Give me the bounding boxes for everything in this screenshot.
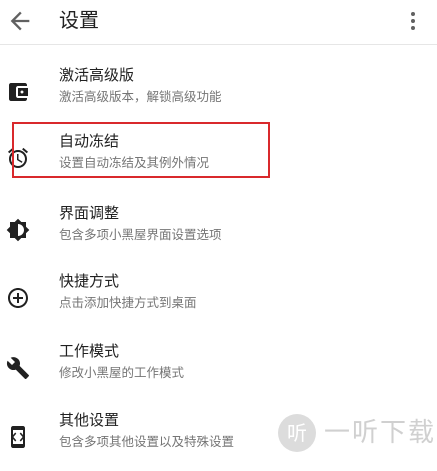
setting-subtitle: 包含多项其他设置以及特殊设置	[59, 434, 235, 449]
setting-subtitle: 包含多项小黑屋界面设置选项	[59, 227, 222, 242]
setting-title: 激活高级版	[59, 66, 135, 84]
setting-auto-freeze[interactable]: 自动冻结 设置自动冻结及其例外情况	[0, 124, 437, 192]
watermark-logo: 听	[278, 414, 316, 452]
watermark-logo-char: 听	[287, 421, 307, 445]
setting-title: 自动冻结	[59, 132, 120, 150]
setting-subtitle: 点击添加快捷方式到桌面	[59, 295, 197, 310]
setting-shortcut[interactable]: 快捷方式 点击添加快捷方式到桌面	[0, 264, 437, 332]
arrow-back-icon[interactable]	[6, 7, 34, 35]
setting-subtitle: 设置自动冻结及其例外情况	[59, 155, 210, 170]
watermark-text: 一听下载	[324, 418, 437, 448]
settings-ethernet-icon	[11, 426, 25, 448]
brightness-icon	[6, 218, 30, 242]
setting-activate-premium[interactable]: 激活高级版 激活高级版本，解锁高级功能	[0, 58, 437, 126]
toolbar: 设置	[0, 0, 437, 45]
setting-subtitle: 激活高级版本，解锁高级功能	[59, 89, 222, 104]
setting-ui-adjust[interactable]: 界面调整 包含多项小黑屋界面设置选项	[0, 196, 437, 264]
more-vert-icon[interactable]	[406, 9, 420, 33]
setting-title: 其他设置	[59, 411, 120, 429]
setting-title: 快捷方式	[59, 272, 120, 290]
alarm-icon	[8, 147, 28, 168]
wrench-icon	[6, 357, 29, 379]
setting-subtitle: 修改小黑屋的工作模式	[59, 365, 185, 380]
watermark: 听 一听下载	[272, 406, 437, 462]
page-title: 设置	[59, 8, 99, 32]
setting-title: 工作模式	[59, 342, 120, 360]
wallet-icon	[9, 83, 28, 101]
setting-work-mode[interactable]: 工作模式 修改小黑屋的工作模式	[0, 334, 437, 402]
setting-title: 界面调整	[59, 204, 120, 222]
add-circle-icon	[8, 288, 28, 308]
